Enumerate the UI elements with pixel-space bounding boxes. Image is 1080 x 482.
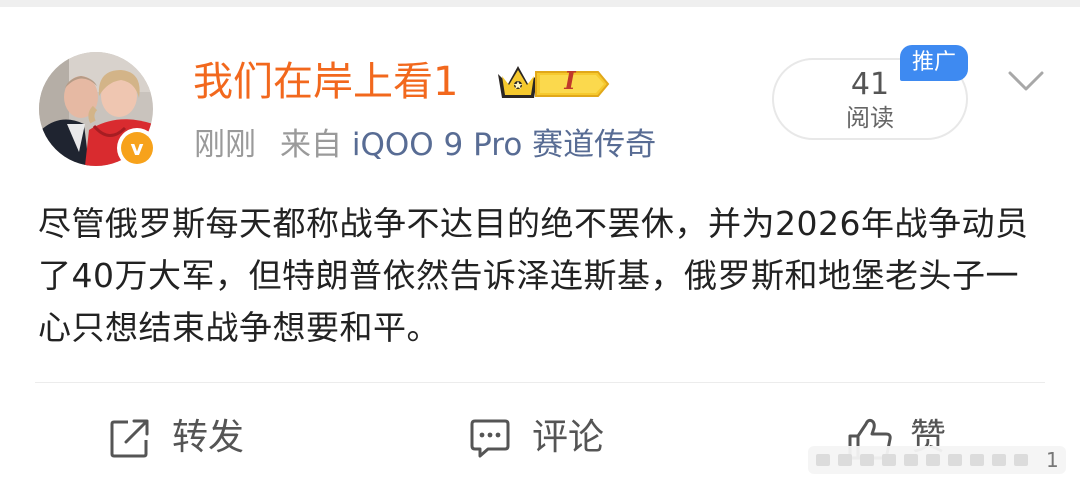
top-separator-bar (0, 0, 1080, 7)
watermark-digit: 1 (1046, 448, 1059, 472)
source-prefix: 来自 (280, 127, 342, 163)
chevron-down-icon[interactable] (1006, 68, 1046, 94)
comment-label: 评论 (532, 417, 605, 458)
repost-label: 转发 (172, 417, 245, 458)
rank-badge-letter: I (564, 66, 576, 95)
username[interactable]: 我们在岸上看1 (193, 52, 458, 112)
source-device-link[interactable]: iQOO 9 Pro 赛道传奇 (352, 127, 656, 163)
comment-icon (470, 419, 510, 458)
promo-tag[interactable]: 推广 (900, 45, 968, 81)
repost-icon (110, 419, 149, 458)
verified-mark: v (121, 132, 153, 164)
read-label: 阅读 (846, 104, 894, 132)
repost-button[interactable]: 转发 (108, 410, 244, 466)
watermark: 1 (808, 446, 1066, 474)
divider (35, 382, 1045, 383)
crown-rank-badge-icon[interactable]: I (492, 58, 612, 104)
post-meta: 刚刚 来自 iQOO 9 Pro 赛道传奇 (194, 122, 656, 168)
comment-button[interactable]: 评论 (468, 410, 604, 466)
post-content: 尽管俄罗斯每天都称战争不达目的绝不罢休，并为2026年战争动员了40万大军，但特… (38, 204, 1029, 347)
post-time: 刚刚 (194, 127, 256, 163)
verified-badge-icon: v (117, 128, 157, 168)
